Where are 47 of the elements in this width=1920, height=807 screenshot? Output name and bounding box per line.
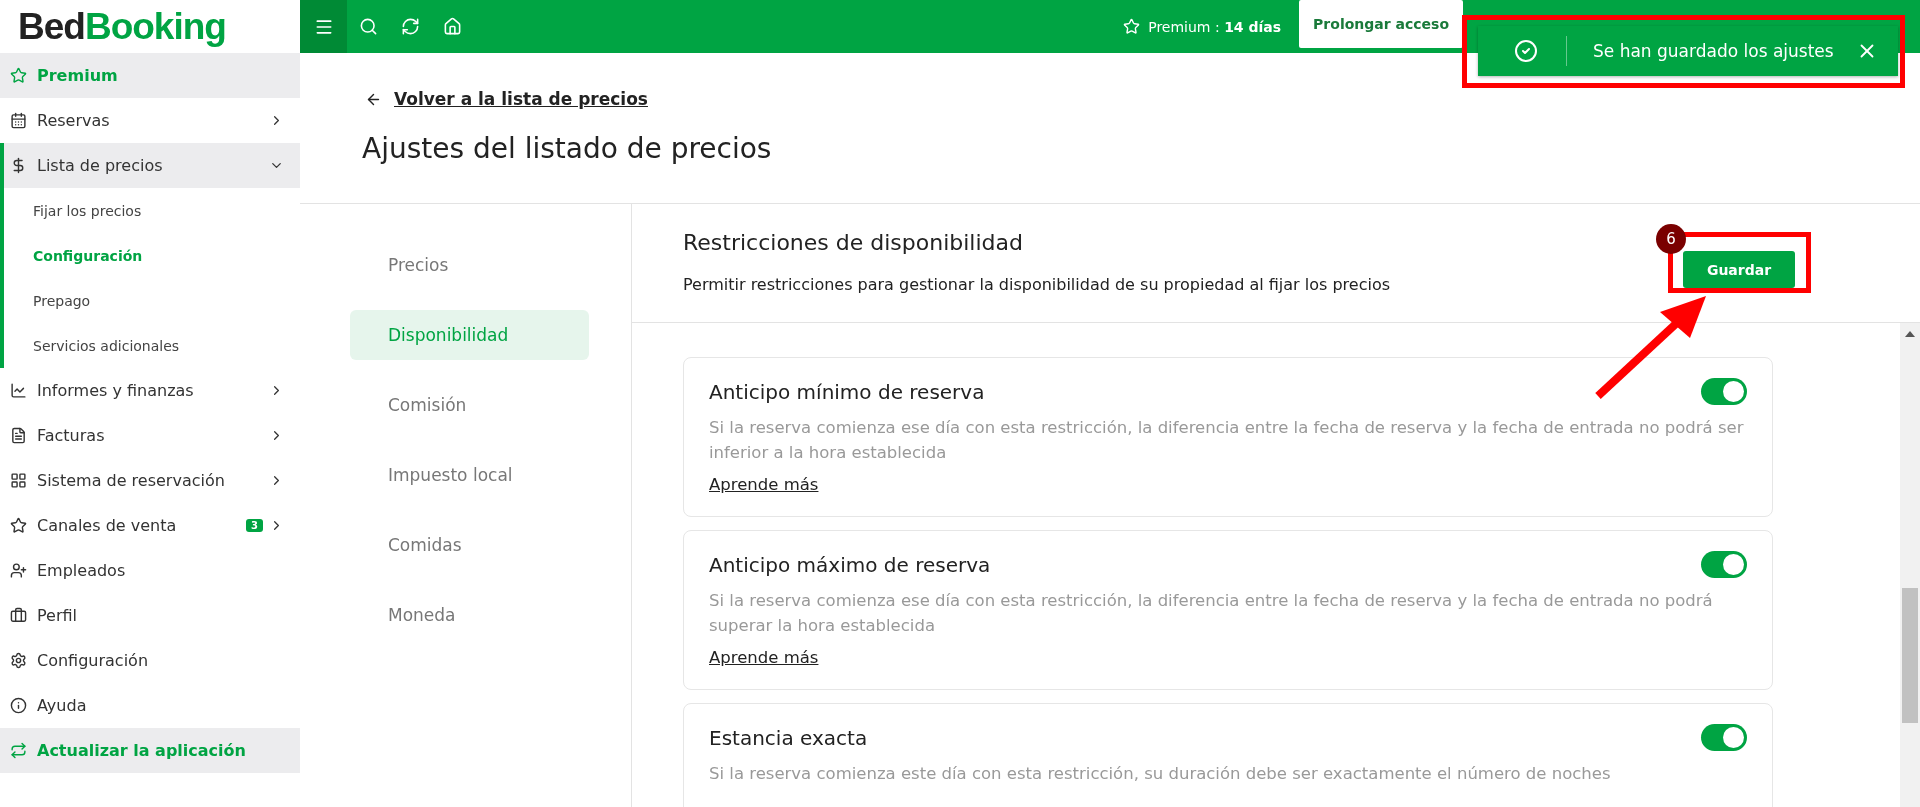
star-icon: [10, 67, 27, 84]
toggle-switch[interactable]: [1701, 551, 1747, 578]
grid-icon: [10, 472, 27, 489]
extend-access-button[interactable]: Prolongar acceso: [1299, 0, 1463, 48]
learn-more-link[interactable]: Aprende más: [709, 648, 819, 667]
search-icon: [358, 17, 378, 36]
scrollbar[interactable]: [1900, 323, 1920, 807]
learn-more-link[interactable]: Aprende más: [709, 475, 819, 494]
back-link[interactable]: Volver a la lista de precios: [365, 89, 648, 109]
check-circle-icon: [1514, 39, 1538, 63]
submenu-item[interactable]: Fijar los precios: [0, 188, 300, 233]
refresh-icon: [400, 17, 420, 36]
settings-tab[interactable]: Impuesto local: [350, 450, 589, 500]
info-icon: [10, 697, 27, 714]
sidebar-item[interactable]: Lista de precios: [0, 143, 300, 188]
logo: BedBooking: [18, 5, 226, 48]
card-title: Estancia exacta: [709, 725, 868, 750]
settings-tab[interactable]: Comisión: [350, 380, 589, 430]
card-description: Si la reserva comienza ese día con esta restricción, la diferencia entre la fecha de reserva y la fecha de entrada no podrá superar la hora establecida: [709, 590, 1714, 637]
document-icon: [10, 427, 27, 444]
step-badge: 6: [1656, 224, 1686, 254]
premium-status: Premium : 14 días: [1148, 18, 1282, 35]
card-description: Si la reserva comienza ese día con esta restricción, la diferencia entre la fecha de reserva y la fecha de entrada no podrá ser inferior a la hora establecida: [709, 417, 1745, 464]
settings-tab[interactable]: Comidas: [350, 520, 589, 570]
card-description: Si la reserva comienza este día con esta restricción, su duración debe ser exactamente el número de noches: [709, 763, 1612, 785]
home-icon: [442, 17, 462, 36]
star-icon: [1123, 18, 1141, 35]
settings-tab[interactable]: Precios: [350, 240, 589, 290]
count-badge: 3: [246, 519, 263, 532]
arrows-icon: [10, 742, 27, 759]
chart-icon: [10, 382, 27, 399]
section-description: Permitir restricciones para gestionar la disponibilidad de su propiedad al fijar los precios: [683, 275, 1390, 294]
calendar-icon: [10, 112, 27, 129]
toast-message: Se han guardado los ajustes: [1593, 41, 1834, 61]
briefcase-icon: [10, 607, 27, 624]
user-plus-icon: [10, 562, 27, 579]
section-title: Restricciones de disponibilidad: [683, 230, 1024, 255]
settings-tab[interactable]: Moneda: [350, 590, 589, 640]
page-title: Ajustes del listado de precios: [362, 131, 773, 165]
gear-icon: [10, 652, 27, 669]
toggle-switch[interactable]: [1701, 724, 1747, 751]
card-title: Anticipo mínimo de reserva: [709, 379, 985, 404]
menu-button[interactable]: [300, 0, 347, 53]
toggle-switch[interactable]: [1701, 378, 1747, 405]
star-icon: [10, 517, 27, 534]
submenu-item[interactable]: Prepago: [0, 278, 300, 323]
card-title: Anticipo máximo de reserva: [709, 552, 991, 577]
